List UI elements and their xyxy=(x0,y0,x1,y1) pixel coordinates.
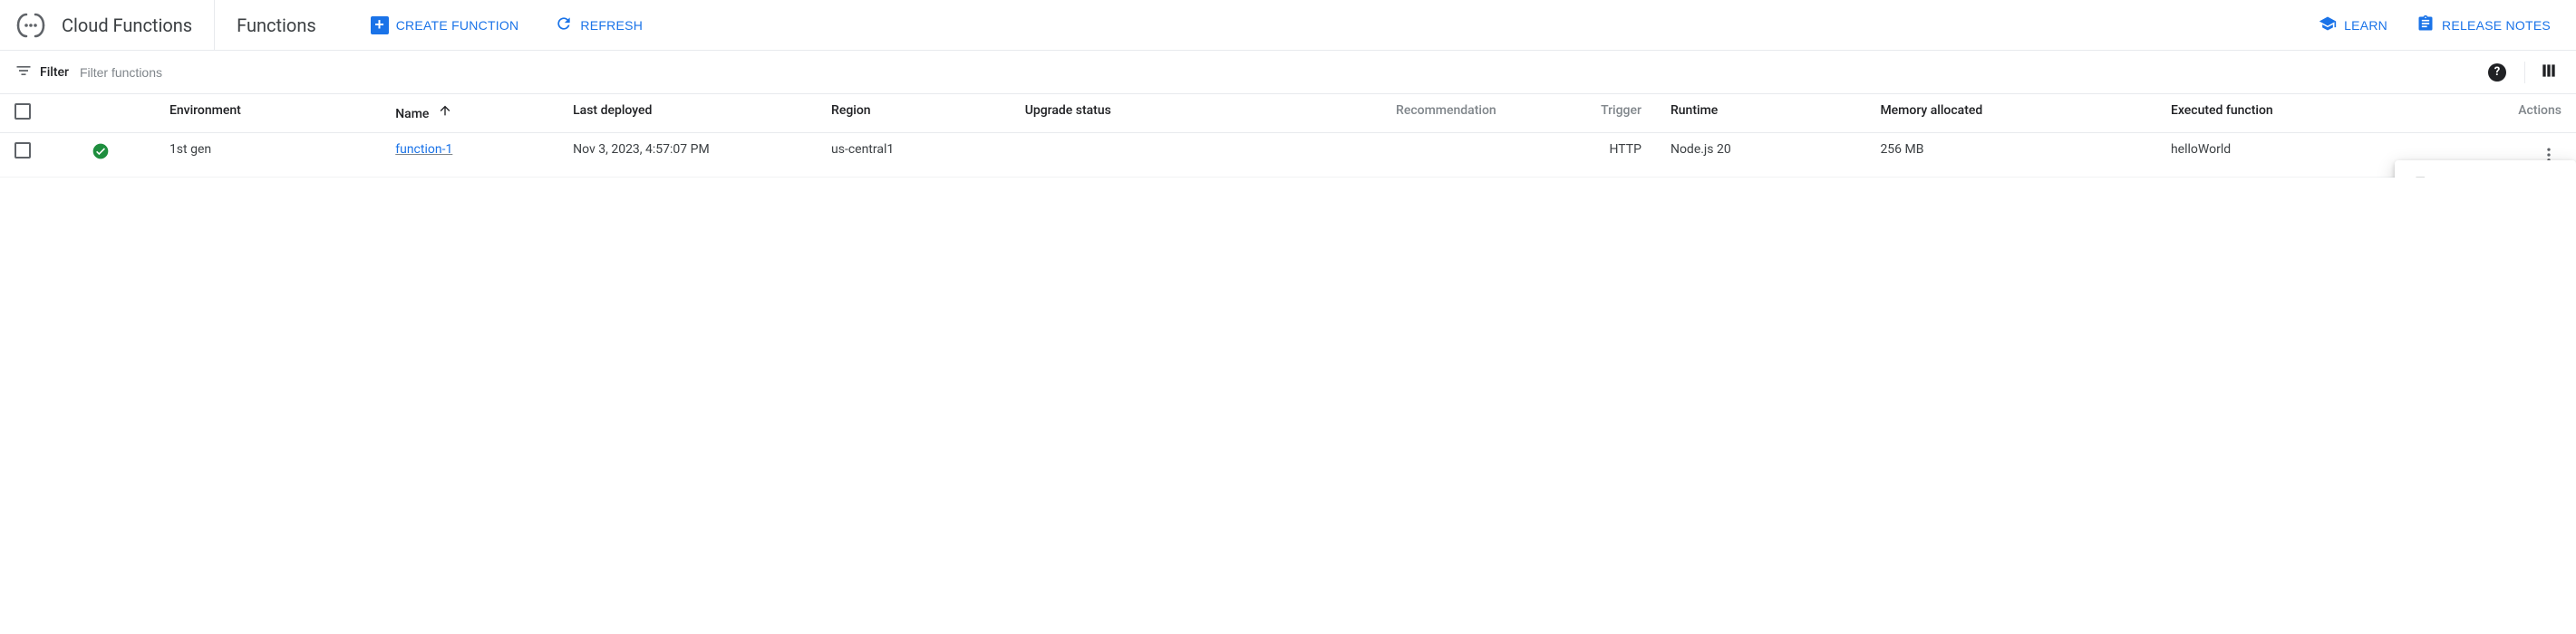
product-title: Cloud Functions xyxy=(62,0,215,51)
plus-icon: + xyxy=(371,16,389,34)
release-notes-button[interactable]: Release Notes xyxy=(2406,7,2561,43)
col-upgrade-status[interactable]: Upgrade status xyxy=(1011,94,1285,133)
top-bar: Cloud Functions Functions + Create funct… xyxy=(0,0,2576,51)
functions-table: Environment Name Last deployed Region Up… xyxy=(0,94,2576,178)
row-actions-menu: Copy function Test function View logs xyxy=(2395,160,2576,178)
filter-label: Filter xyxy=(40,65,69,80)
col-runtime[interactable]: Runtime xyxy=(1656,94,1865,133)
cell-upgrade-status xyxy=(1011,133,1285,178)
learn-icon xyxy=(2319,14,2337,35)
help-icon[interactable]: ? xyxy=(2488,63,2506,82)
cell-runtime: Node.js 20 xyxy=(1656,133,1865,178)
learn-button[interactable]: Learn xyxy=(2308,7,2398,43)
col-last-deployed[interactable]: Last deployed xyxy=(558,94,817,133)
filter-input[interactable] xyxy=(80,65,2488,80)
col-memory[interactable]: Memory allocated xyxy=(1865,94,2156,133)
refresh-button[interactable]: Refresh xyxy=(544,7,654,43)
filter-icon xyxy=(15,62,33,83)
col-name-label: Name xyxy=(395,107,429,121)
menu-item-copy-function[interactable]: Copy function xyxy=(2395,168,2576,178)
col-environment[interactable]: Environment xyxy=(155,94,381,133)
col-region[interactable]: Region xyxy=(817,94,1011,133)
columns-icon[interactable] xyxy=(2536,58,2561,87)
col-actions: Actions xyxy=(2446,94,2576,133)
cell-memory: 256 MB xyxy=(1865,133,2156,178)
cell-region: us-central1 xyxy=(817,133,1011,178)
function-name-link[interactable]: function-1 xyxy=(395,142,452,157)
refresh-icon xyxy=(555,14,573,35)
copy-icon xyxy=(2413,177,2431,178)
col-name[interactable]: Name xyxy=(381,94,558,133)
col-executed-function[interactable]: Executed function xyxy=(2156,94,2447,133)
row-checkbox[interactable] xyxy=(15,142,31,158)
table-header-row: Environment Name Last deployed Region Up… xyxy=(0,94,2576,133)
create-function-button[interactable]: + Create function xyxy=(360,9,530,42)
create-function-label: Create function xyxy=(396,18,519,33)
sort-asc-icon xyxy=(438,107,452,121)
learn-label: Learn xyxy=(2344,18,2387,33)
select-all-checkbox[interactable] xyxy=(15,103,31,120)
refresh-label: Refresh xyxy=(580,18,643,33)
table-row: 1st gen function-1 Nov 3, 2023, 4:57:07 … xyxy=(0,133,2576,178)
divider xyxy=(2524,62,2525,83)
release-notes-icon xyxy=(2416,14,2435,35)
cell-trigger: HTTP xyxy=(1511,133,1656,178)
cell-recommendation xyxy=(1284,133,1510,178)
functions-table-wrap: Environment Name Last deployed Region Up… xyxy=(0,94,2576,178)
cell-last-deployed: Nov 3, 2023, 4:57:07 PM xyxy=(558,133,817,178)
filter-bar: Filter ? xyxy=(0,51,2576,94)
col-trigger[interactable]: Trigger xyxy=(1511,94,1656,133)
status-success-icon xyxy=(92,142,110,160)
product-icon xyxy=(15,9,47,42)
page-title: Functions xyxy=(237,14,316,36)
menu-label-copy: Copy function xyxy=(2445,177,2530,178)
col-recommendation[interactable]: Recommendation xyxy=(1284,94,1510,133)
release-notes-label: Release Notes xyxy=(2442,18,2551,33)
cell-environment: 1st gen xyxy=(155,133,381,178)
